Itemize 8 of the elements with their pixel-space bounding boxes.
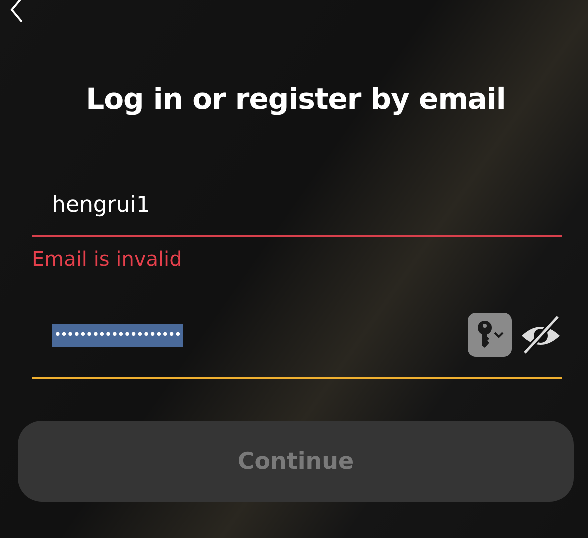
key-icon[interactable] <box>468 313 512 357</box>
password-field[interactable]: •••••••••••••••••••• <box>32 293 562 379</box>
page-title: Log in or register by email <box>85 82 507 116</box>
password-value: •••••••••••••••••••• <box>52 324 183 346</box>
eye-slash-icon[interactable] <box>520 316 562 354</box>
email-field[interactable]: hengrui1 <box>32 176 562 237</box>
email-value: hengrui1 <box>52 193 150 218</box>
error-message: Email is invalid <box>32 247 184 271</box>
